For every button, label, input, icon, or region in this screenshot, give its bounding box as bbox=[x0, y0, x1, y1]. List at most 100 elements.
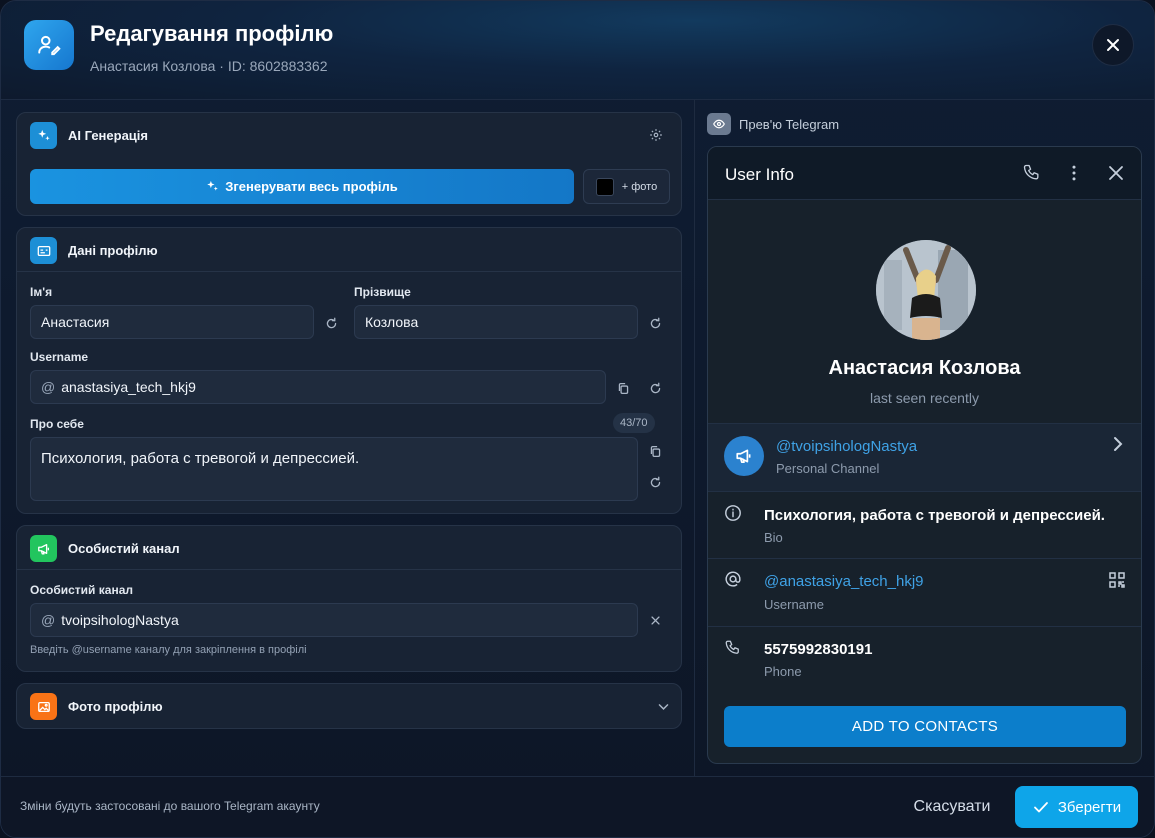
clear-channel-button[interactable] bbox=[646, 611, 664, 629]
id-card-icon bbox=[30, 237, 57, 264]
tg-phone-sub: Phone bbox=[764, 664, 802, 679]
cancel-button[interactable]: Скасувати bbox=[897, 787, 1007, 827]
tg-bio-sub: Bio bbox=[764, 530, 783, 545]
close-icon bbox=[1107, 39, 1119, 51]
ai-card-header: AI Генерація bbox=[17, 113, 681, 157]
regenerate-last-name-button[interactable] bbox=[646, 314, 664, 332]
check-icon bbox=[1033, 802, 1048, 813]
bio-textarea[interactable]: Психология, работа с тревогой и депресси… bbox=[30, 437, 638, 501]
preview-label: Прев'ю Telegram bbox=[739, 117, 840, 132]
channel-field-label: Особистий канал bbox=[30, 583, 133, 597]
phone-icon bbox=[724, 639, 742, 662]
sparkles-icon bbox=[207, 180, 218, 191]
first-name-input[interactable]: Анастасия bbox=[30, 305, 314, 339]
copy-bio-button[interactable] bbox=[646, 442, 664, 460]
first-name-label: Ім'я bbox=[30, 285, 53, 299]
more-vertical-icon bbox=[1072, 165, 1076, 181]
phone-icon bbox=[1023, 164, 1039, 180]
chevron-right-icon bbox=[1112, 436, 1124, 457]
regenerate-username-button[interactable] bbox=[646, 379, 664, 397]
username-label: Username bbox=[30, 350, 89, 364]
tg-channel-sub: Personal Channel bbox=[776, 461, 880, 476]
color-swatch bbox=[595, 177, 614, 196]
refresh-icon bbox=[650, 382, 660, 393]
sparkles-icon bbox=[30, 122, 57, 149]
regenerate-first-name-button[interactable] bbox=[322, 314, 340, 332]
avatar[interactable] bbox=[876, 240, 976, 340]
last-name-value: Козлова bbox=[365, 314, 419, 330]
refresh-icon bbox=[326, 317, 336, 328]
profile-card-title: Дані профілю bbox=[68, 243, 158, 258]
channel-value: tvoipsihologNastya bbox=[61, 612, 179, 628]
settings-button[interactable] bbox=[647, 126, 665, 144]
tg-display-name: Анастасия Козлова bbox=[828, 357, 1021, 379]
telegram-preview: User Info Анастасия Козлова last seen re… bbox=[707, 146, 1142, 764]
copy-icon bbox=[618, 382, 628, 394]
first-name-value: Анастасия bbox=[41, 314, 110, 330]
bio-counter: 43/70 bbox=[613, 413, 655, 433]
tg-channel-row[interactable]: @tvoipsihologNastya Personal Channel bbox=[708, 423, 1141, 491]
gear-icon bbox=[650, 129, 662, 141]
info-icon bbox=[724, 504, 742, 527]
close-button[interactable] bbox=[1092, 24, 1134, 66]
generate-profile-label: Згенерувати весь профіль bbox=[225, 179, 398, 194]
copy-icon bbox=[650, 445, 660, 457]
megaphone-icon bbox=[30, 535, 57, 562]
username-input[interactable]: @ anastasiya_tech_hkj9 bbox=[30, 370, 606, 404]
expand-photos-button[interactable] bbox=[654, 697, 672, 715]
profile-card-header: Дані профілю bbox=[17, 228, 681, 272]
tg-header: User Info bbox=[708, 147, 1141, 200]
personal-channel-card: Особистий канал Особистий канал @ tvoips… bbox=[16, 525, 682, 672]
last-name-input[interactable]: Козлова bbox=[354, 305, 638, 339]
photos-card-title: Фото профілю bbox=[68, 699, 163, 714]
add-photo-label: + фото bbox=[621, 180, 658, 193]
tg-more-button[interactable] bbox=[1063, 162, 1085, 184]
bio-label: Про себе bbox=[30, 417, 84, 431]
photos-card-header[interactable]: Фото профілю bbox=[17, 684, 681, 728]
tg-close-button[interactable] bbox=[1105, 162, 1127, 184]
channel-input[interactable]: @ tvoipsihologNastya bbox=[30, 603, 638, 637]
at-sign-icon bbox=[724, 570, 742, 593]
save-button[interactable]: Зберегти bbox=[1015, 786, 1138, 828]
bio-value: Психология, работа с тревогой и депресси… bbox=[41, 450, 360, 467]
tg-username-link[interactable]: @anastasiya_tech_hkj9 bbox=[764, 573, 924, 590]
edit-form: AI Генерація Згенерувати весь профіль + … bbox=[1, 100, 695, 776]
tg-last-seen: last seen recently bbox=[870, 390, 979, 406]
edit-profile-modal: Редагування профілю Анастасия Козлова · … bbox=[0, 0, 1155, 838]
ai-card-title: AI Генерація bbox=[68, 128, 148, 143]
channel-card-title: Особистий канал bbox=[68, 541, 180, 556]
generate-profile-button[interactable]: Згенерувати весь профіль bbox=[30, 169, 574, 204]
tg-username-row: @anastasiya_tech_hkj9 Username bbox=[708, 558, 1141, 626]
column-divider bbox=[694, 100, 695, 776]
footer-note: Зміни будуть застосовані до вашого Teleg… bbox=[20, 799, 320, 813]
page-title: Редагування профілю bbox=[90, 21, 334, 46]
save-label: Зберегти bbox=[1057, 798, 1122, 816]
tg-username-sub: Username bbox=[764, 597, 824, 612]
tg-bio-text: Психология, работа с тревогой и депресси… bbox=[764, 507, 1105, 524]
last-name-label: Прізвище bbox=[354, 285, 411, 299]
regenerate-bio-button[interactable] bbox=[646, 473, 664, 491]
eye-icon bbox=[707, 113, 731, 135]
tg-header-title: User Info bbox=[725, 165, 794, 184]
username-prefix: @ bbox=[41, 379, 56, 395]
add-to-contacts-button[interactable]: ADD TO CONTACTS bbox=[724, 706, 1126, 747]
profile-photos-card[interactable]: Фото профілю bbox=[16, 683, 682, 729]
image-icon bbox=[30, 693, 57, 720]
copy-username-button[interactable] bbox=[614, 379, 632, 397]
channel-prefix: @ bbox=[41, 612, 56, 628]
user-edit-icon bbox=[24, 20, 74, 70]
tg-phone-row: 5575992830191 Phone bbox=[708, 626, 1141, 694]
tg-channel-link[interactable]: @tvoipsihologNastya bbox=[776, 438, 917, 455]
modal-footer: Зміни будуть застосовані до вашого Teleg… bbox=[1, 776, 1154, 837]
megaphone-icon bbox=[724, 436, 764, 476]
refresh-icon bbox=[650, 317, 660, 328]
tg-call-button[interactable] bbox=[1021, 162, 1043, 184]
close-icon bbox=[1109, 166, 1123, 180]
add-photo-button[interactable]: + фото bbox=[583, 169, 670, 204]
tg-phone-value: 5575992830191 bbox=[764, 641, 873, 658]
qr-code-icon[interactable] bbox=[1108, 571, 1126, 594]
chevron-down-icon bbox=[658, 703, 668, 710]
profile-data-card: Дані профілю Ім'я Анастасия Прізвище Коз… bbox=[16, 227, 682, 514]
page-subtitle: Анастасия Козлова · ID: 8602883362 bbox=[90, 58, 328, 74]
channel-hint: Введіть @username каналу для закріплення… bbox=[30, 644, 307, 656]
